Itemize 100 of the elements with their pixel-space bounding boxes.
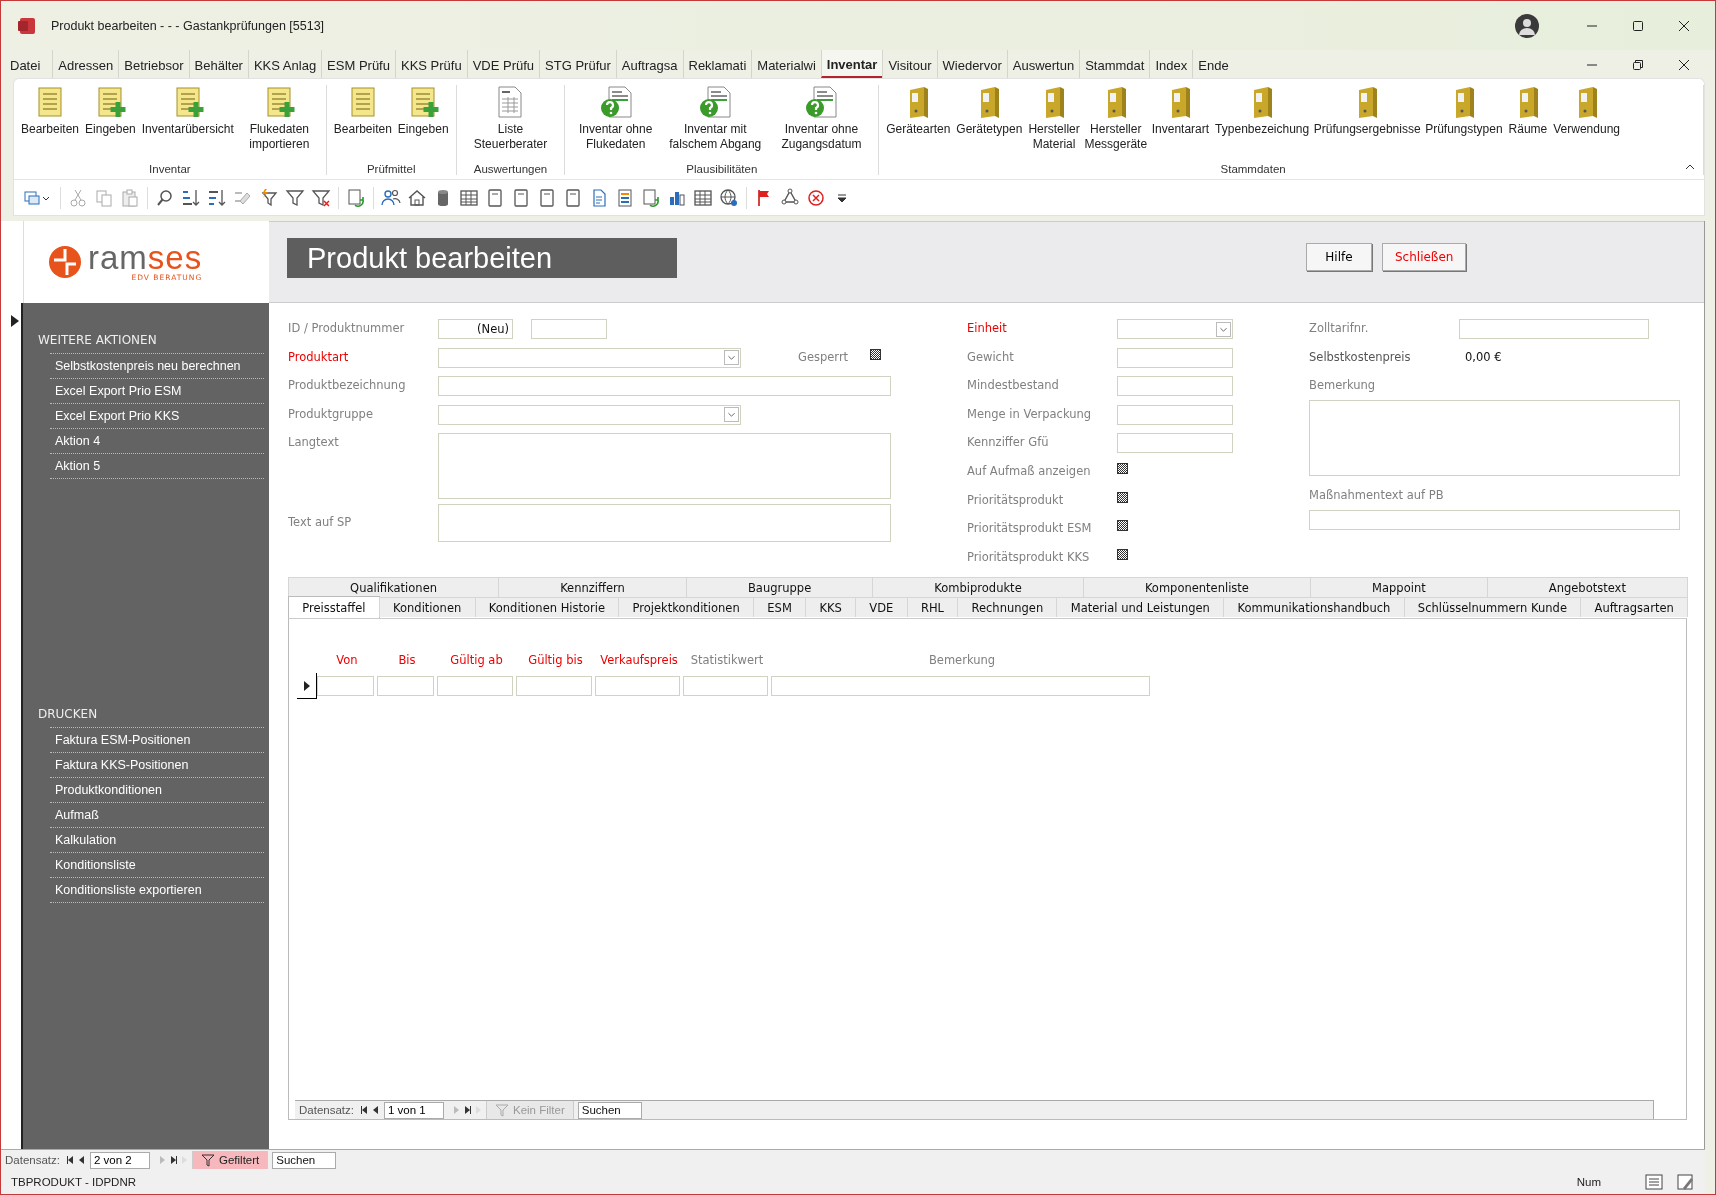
form-icon[interactable] <box>537 187 557 208</box>
text-field[interactable] <box>1309 510 1680 531</box>
ribbon-button[interactable]: Prüfungstypen <box>1422 85 1506 163</box>
filter-icon[interactable] <box>259 187 279 208</box>
tab[interactable]: Schlüsselnummern Kunde <box>1403 597 1582 617</box>
sidebar-item[interactable]: Excel Export Prio KKS <box>50 403 264 428</box>
dropdown-caret-icon[interactable] <box>724 350 739 366</box>
dropdown-field[interactable] <box>438 404 741 425</box>
ribbon-button[interactable]: Inventar ohne Zugangsdatum <box>768 85 875 163</box>
tab[interactable]: Rechnungen <box>957 597 1058 617</box>
search-field[interactable]: Suchen <box>577 1101 642 1119</box>
sidebar-item[interactable]: Faktura KKS-Positionen <box>50 752 264 777</box>
tab[interactable]: Kommunikationshandbuch <box>1223 597 1405 617</box>
checkbox[interactable] <box>1117 548 1128 560</box>
sidebar-item[interactable]: Aktion 4 <box>50 428 264 453</box>
ribbon-button[interactable]: Inventar ohne Flukedaten <box>569 85 662 163</box>
ribbon-button[interactable]: Hersteller Material <box>1025 85 1083 163</box>
table-cell[interactable] <box>317 676 374 696</box>
dropdown-caret-icon[interactable] <box>724 407 739 423</box>
form-icon[interactable] <box>563 187 583 208</box>
text-field[interactable] <box>531 319 607 339</box>
nav-arrow-icon[interactable] <box>358 1104 370 1116</box>
header-button[interactable]: Schließen <box>1382 243 1467 271</box>
tab[interactable]: KKS <box>805 597 857 617</box>
ribbon-button[interactable]: Hersteller Messgeräte <box>1082 85 1149 163</box>
ribbon-button[interactable]: Eingeben <box>82 85 139 163</box>
checkbox[interactable] <box>1117 520 1128 532</box>
sidebar-item[interactable]: Konditionsliste <box>50 852 264 877</box>
maximize-icon[interactable] <box>1632 19 1644 32</box>
ribbon-button[interactable]: Gerätearten <box>883 85 954 163</box>
sort-descending-icon[interactable] <box>207 187 227 208</box>
header-button[interactable]: Hilfe <box>1306 243 1372 271</box>
text-field[interactable] <box>438 376 891 397</box>
sidebar-item[interactable]: Aktion 5 <box>50 453 264 479</box>
nav-arrow-icon[interactable] <box>462 1104 474 1116</box>
ribbon-button[interactable]: Räume <box>1505 85 1551 163</box>
form-icon[interactable] <box>511 187 531 208</box>
filter-icon[interactable] <box>201 1153 215 1167</box>
home-icon[interactable] <box>407 187 427 208</box>
globe-icon[interactable] <box>719 187 739 208</box>
text-field[interactable] <box>1117 376 1233 397</box>
table-icon[interactable] <box>459 187 479 208</box>
search-icon[interactable] <box>155 187 175 208</box>
refresh-icon[interactable] <box>641 187 661 208</box>
text-field[interactable] <box>1459 319 1649 339</box>
checkbox[interactable] <box>1117 491 1128 503</box>
sidebar-item[interactable]: Faktura ESM-Positionen <box>50 727 264 752</box>
clipboard-icon[interactable] <box>120 187 140 208</box>
nav-arrow-icon[interactable] <box>168 1154 180 1166</box>
sort-ascending-icon[interactable] <box>181 187 201 208</box>
filter-button[interactable]: Gefiltert <box>192 1151 269 1169</box>
table-cell[interactable] <box>771 676 1150 696</box>
recycle-icon[interactable] <box>780 187 800 208</box>
ribbon-button[interactable]: Flukedaten importieren <box>236 85 322 163</box>
tab[interactable]: Angebotstext <box>1486 577 1688 597</box>
text-field[interactable] <box>1117 404 1233 425</box>
tab[interactable]: Kombiprodukte <box>872 577 1084 597</box>
tab[interactable]: Kennziffern <box>498 577 687 597</box>
tab[interactable]: Konditionen <box>378 597 476 617</box>
clear-filter-icon[interactable] <box>311 187 331 208</box>
table-cell[interactable] <box>683 676 768 696</box>
dropdown-field[interactable] <box>1117 319 1233 339</box>
ribbon-button[interactable]: Liste Steuerberater <box>460 85 561 163</box>
tab[interactable]: Komponentenliste <box>1082 577 1311 597</box>
scissors-icon[interactable] <box>68 187 88 208</box>
users-icon[interactable] <box>381 187 401 208</box>
tab[interactable]: Auftragsarten <box>1580 597 1689 617</box>
tab[interactable]: Preisstaffel <box>288 596 380 618</box>
sidebar-item[interactable]: Produktkonditionen <box>50 777 264 802</box>
ribbon-button[interactable]: Bearbeiten <box>330 85 395 163</box>
sidebar-item[interactable]: Excel Export Prio ESM <box>50 378 264 403</box>
menu-tab[interactable]: Inventar <box>820 50 883 78</box>
search-field[interactable]: Suchen <box>272 1151 337 1169</box>
ribbon-button[interactable]: Bearbeiten <box>18 85 83 163</box>
form-view-icon[interactable] <box>1645 1174 1663 1190</box>
nav-arrow-icon[interactable] <box>64 1154 76 1166</box>
avatar-icon[interactable] <box>1515 13 1539 38</box>
ribbon-button[interactable]: Verwendung <box>1550 85 1623 163</box>
tab[interactable]: Konditionen Historie <box>474 597 620 617</box>
record-position-field[interactable]: 2 von 2 <box>90 1151 150 1169</box>
checkbox[interactable] <box>870 348 882 360</box>
table-cell[interactable] <box>377 676 434 696</box>
close-icon[interactable] <box>1678 59 1690 71</box>
dropdown-field[interactable] <box>438 347 741 368</box>
tab[interactable]: Projektkonditionen <box>618 597 755 617</box>
table-cell[interactable] <box>437 676 513 696</box>
design-view-icon[interactable] <box>1677 1174 1695 1190</box>
checkbox[interactable] <box>1117 462 1128 474</box>
ribbon-button[interactable]: Inventarart <box>1148 85 1213 163</box>
table-cell[interactable] <box>595 676 680 696</box>
sidebar-item[interactable]: Konditionsliste exportieren <box>50 877 264 903</box>
filter-icon[interactable] <box>285 187 305 208</box>
restore-icon[interactable] <box>1632 59 1644 71</box>
record-position-field[interactable]: 1 von 1 <box>384 1101 444 1119</box>
refresh-icon[interactable] <box>346 187 366 208</box>
table-cell[interactable] <box>516 676 592 696</box>
tab[interactable]: Material und Leistungen <box>1056 597 1225 617</box>
text-field[interactable] <box>1117 433 1233 454</box>
text-field[interactable] <box>1117 347 1233 368</box>
sidebar-item[interactable]: Selbstkostenpreis neu berechnen <box>50 353 264 378</box>
